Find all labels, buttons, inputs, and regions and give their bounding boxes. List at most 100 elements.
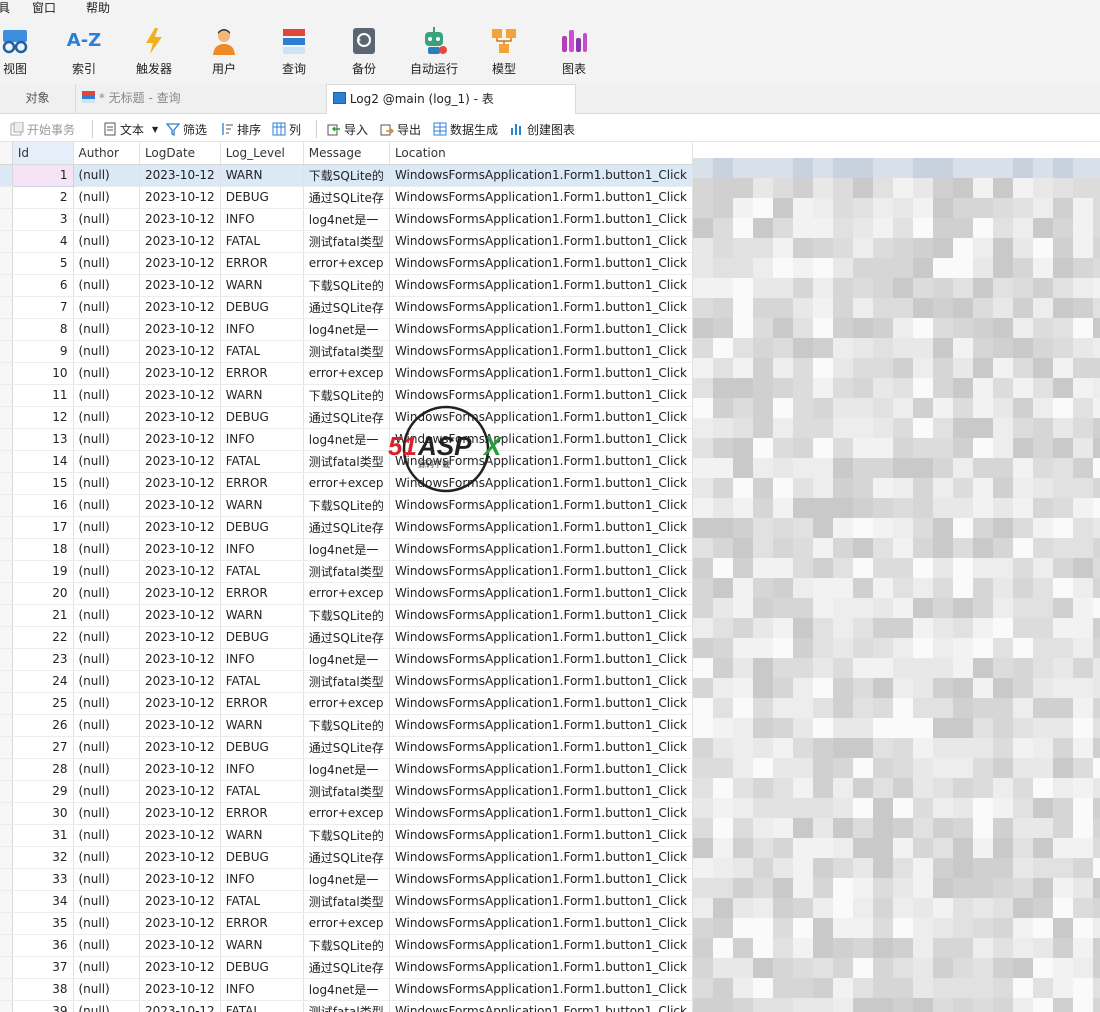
- cell-logdate[interactable]: 2023-10-12: [139, 780, 221, 803]
- cell-logdate[interactable]: 2023-10-12: [139, 604, 221, 627]
- table-row[interactable]: 3 (null) 2023-10-12 INFO log4net是一 WindowsFor…: [0, 208, 693, 231]
- cell-id[interactable]: 24: [12, 670, 74, 693]
- cell-location[interactable]: WindowsFormsApplication1.Form1.button1_C…: [389, 846, 693, 869]
- cell-logdate[interactable]: 2023-10-12: [139, 648, 221, 671]
- tab-log2-table[interactable]: Log2 @main (log_1) - 表: [326, 84, 576, 114]
- cell-id[interactable]: 21: [12, 604, 74, 627]
- row-selector[interactable]: [0, 340, 13, 363]
- cell-author[interactable]: (null): [73, 230, 140, 253]
- ribbon-automation-button[interactable]: 自动运行: [399, 26, 469, 82]
- table-row[interactable]: 35 (null) 2023-10-12 ERROR error+excep Window…: [0, 912, 693, 935]
- cell-author[interactable]: (null): [73, 428, 140, 451]
- row-selector[interactable]: [0, 868, 13, 891]
- cell-message[interactable]: 下载SQLite的: [303, 934, 390, 957]
- cell-location[interactable]: WindowsFormsApplication1.Form1.button1_C…: [389, 164, 693, 187]
- cell-author[interactable]: (null): [73, 164, 140, 187]
- cell-id[interactable]: 22: [12, 626, 74, 649]
- cell-log-level[interactable]: INFO: [220, 648, 304, 671]
- cell-author[interactable]: (null): [73, 560, 140, 583]
- text-view-dropdown[interactable]: 文本 ▼: [103, 120, 158, 138]
- row-selector[interactable]: [0, 406, 13, 429]
- cell-message[interactable]: 通过SQLite存: [303, 736, 390, 759]
- cell-log-level[interactable]: FATAL: [220, 890, 304, 913]
- cell-author[interactable]: (null): [73, 186, 140, 209]
- cell-logdate[interactable]: 2023-10-12: [139, 868, 221, 891]
- cell-id[interactable]: 3: [12, 208, 74, 231]
- cell-log-level[interactable]: WARN: [220, 824, 304, 847]
- cell-author[interactable]: (null): [73, 604, 140, 627]
- row-selector[interactable]: [0, 494, 13, 517]
- cell-log-level[interactable]: FATAL: [220, 230, 304, 253]
- cell-logdate[interactable]: 2023-10-12: [139, 384, 221, 407]
- cell-id[interactable]: 11: [12, 384, 74, 407]
- cell-log-level[interactable]: DEBUG: [220, 516, 304, 539]
- cell-location[interactable]: WindowsFormsApplication1.Form1.button1_C…: [389, 714, 693, 737]
- table-row[interactable]: 32 (null) 2023-10-12 DEBUG 通过SQLite存 WindowsF…: [0, 846, 693, 869]
- cell-logdate[interactable]: 2023-10-12: [139, 956, 221, 979]
- row-selector[interactable]: [0, 450, 13, 473]
- cell-location[interactable]: WindowsFormsApplication1.Form1.button1_C…: [389, 362, 693, 385]
- row-selector[interactable]: [0, 670, 13, 693]
- cell-location[interactable]: WindowsFormsApplication1.Form1.button1_C…: [389, 604, 693, 627]
- cell-id[interactable]: 5: [12, 252, 74, 275]
- cell-id[interactable]: 33: [12, 868, 74, 891]
- row-selector[interactable]: [0, 912, 13, 935]
- cell-log-level[interactable]: WARN: [220, 384, 304, 407]
- cell-message[interactable]: 测试fatal类型: [303, 450, 390, 473]
- row-selector[interactable]: [0, 692, 13, 715]
- cell-message[interactable]: error+excep: [303, 912, 390, 935]
- row-selector[interactable]: [0, 472, 13, 495]
- cell-logdate[interactable]: 2023-10-12: [139, 934, 221, 957]
- cell-message[interactable]: log4net是一: [303, 758, 390, 781]
- row-selector[interactable]: [0, 296, 13, 319]
- cell-log-level[interactable]: ERROR: [220, 252, 304, 275]
- row-selector[interactable]: [0, 164, 13, 187]
- cell-log-level[interactable]: DEBUG: [220, 406, 304, 429]
- cell-logdate[interactable]: 2023-10-12: [139, 340, 221, 363]
- cell-logdate[interactable]: 2023-10-12: [139, 758, 221, 781]
- row-selector[interactable]: [0, 802, 13, 825]
- cell-log-level[interactable]: INFO: [220, 978, 304, 1001]
- table-row[interactable]: 19 (null) 2023-10-12 FATAL 测试fatal类型 WindowsF…: [0, 560, 693, 583]
- cell-author[interactable]: (null): [73, 406, 140, 429]
- cell-location[interactable]: WindowsFormsApplication1.Form1.button1_C…: [389, 912, 693, 935]
- column-header-author[interactable]: Author: [73, 142, 140, 165]
- row-selector[interactable]: [0, 846, 13, 869]
- cell-location[interactable]: WindowsFormsApplication1.Form1.button1_C…: [389, 318, 693, 341]
- ribbon-chart-button[interactable]: 图表: [539, 26, 609, 82]
- cell-author[interactable]: (null): [73, 274, 140, 297]
- import-button[interactable]: 导入: [327, 120, 368, 138]
- cell-logdate[interactable]: 2023-10-12: [139, 912, 221, 935]
- cell-log-level[interactable]: INFO: [220, 868, 304, 891]
- cell-author[interactable]: (null): [73, 714, 140, 737]
- begin-transaction-button[interactable]: 开始事务: [10, 120, 75, 138]
- table-row[interactable]: 17 (null) 2023-10-12 DEBUG 通过SQLite存 WindowsF…: [0, 516, 693, 539]
- table-row[interactable]: 23 (null) 2023-10-12 INFO log4net是一 WindowsFo…: [0, 648, 693, 671]
- cell-location[interactable]: WindowsFormsApplication1.Form1.button1_C…: [389, 802, 693, 825]
- cell-logdate[interactable]: 2023-10-12: [139, 186, 221, 209]
- export-button[interactable]: 导出: [380, 120, 421, 138]
- table-row[interactable]: 31 (null) 2023-10-12 WARN 下载SQLite的 WindowsFo…: [0, 824, 693, 847]
- cell-log-level[interactable]: INFO: [220, 428, 304, 451]
- cell-logdate[interactable]: 2023-10-12: [139, 626, 221, 649]
- cell-author[interactable]: (null): [73, 692, 140, 715]
- table-row[interactable]: 36 (null) 2023-10-12 WARN 下载SQLite的 WindowsFo…: [0, 934, 693, 957]
- cell-location[interactable]: WindowsFormsApplication1.Form1.button1_C…: [389, 384, 693, 407]
- cell-message[interactable]: 下载SQLite的: [303, 274, 390, 297]
- cell-author[interactable]: (null): [73, 296, 140, 319]
- cell-log-level[interactable]: WARN: [220, 714, 304, 737]
- cell-log-level[interactable]: DEBUG: [220, 626, 304, 649]
- cell-id[interactable]: 38: [12, 978, 74, 1001]
- cell-author[interactable]: (null): [73, 362, 140, 385]
- cell-author[interactable]: (null): [73, 450, 140, 473]
- cell-author[interactable]: (null): [73, 318, 140, 341]
- row-selector[interactable]: [0, 736, 13, 759]
- cell-log-level[interactable]: FATAL: [220, 780, 304, 803]
- table-row[interactable]: 13 (null) 2023-10-12 INFO log4net是一 WindowsFo…: [0, 428, 693, 451]
- cell-author[interactable]: (null): [73, 956, 140, 979]
- row-selector[interactable]: [0, 978, 13, 1001]
- table-row[interactable]: 27 (null) 2023-10-12 DEBUG 通过SQLite存 WindowsF…: [0, 736, 693, 759]
- cell-id[interactable]: 15: [12, 472, 74, 495]
- row-selector[interactable]: [0, 582, 13, 605]
- cell-id[interactable]: 20: [12, 582, 74, 605]
